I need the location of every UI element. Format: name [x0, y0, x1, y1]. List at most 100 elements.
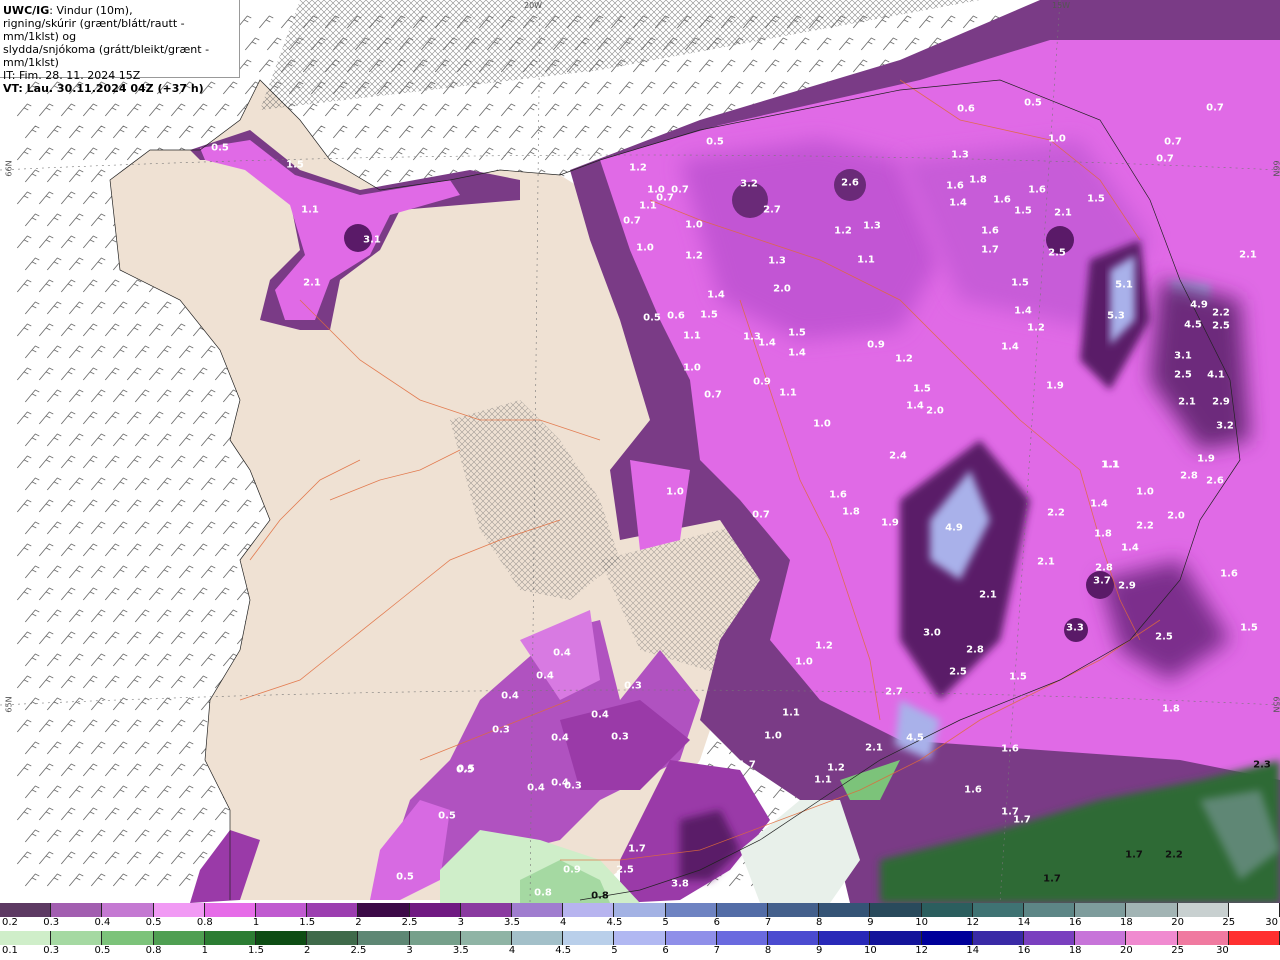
precip-value-label: 5.1 [1115, 279, 1133, 291]
legend-tick-label: 12 [966, 917, 980, 928]
precip-value-label: 0.7 [1156, 153, 1174, 165]
legend-tick-label: 18 [1120, 917, 1133, 928]
precip-value-label: 1.0 [685, 219, 703, 231]
precip-value-label: 1.1 [639, 200, 657, 212]
precip-value-label: 1.6 [993, 194, 1011, 206]
model-name: UWC/IG [3, 4, 50, 17]
precip-value-label: 1.9 [1197, 453, 1215, 465]
precip-value-label: 3.2 [1216, 420, 1234, 432]
legend-tick-label: 8 [764, 945, 772, 956]
legend-swatch [460, 903, 513, 917]
legend-tick-label: 6 [662, 945, 669, 956]
precip-value-label: 1.1 [814, 774, 832, 786]
legend-swatch [1177, 903, 1229, 917]
precip-value-label: 0.5 [1024, 97, 1042, 109]
legend-tick-label: 0.8 [196, 917, 213, 928]
precip-value-label: 2.7 [763, 204, 781, 216]
precip-value-label: 2.0 [926, 405, 944, 417]
precip-value-label: 0.9 [563, 864, 581, 876]
precip-value-label: 1.7 [738, 759, 756, 771]
legend-tick-label: 0.4 [94, 917, 111, 928]
legend-swatch [1024, 903, 1076, 917]
precip-value-label: 2.3 [1253, 759, 1271, 771]
precip-value-label: 4.5 [1184, 319, 1202, 331]
legend-tick-label: 2.5 [350, 945, 367, 956]
legend-swatch [102, 931, 154, 945]
precip-value-label: 1.4 [906, 400, 924, 412]
precip-value-label: 1.7 [628, 843, 646, 855]
legend-tick-label: 5 [611, 945, 618, 956]
precip-value-label: 1.4 [1001, 341, 1019, 353]
legend-swatch [1228, 931, 1280, 945]
legend-rain-colorbar [0, 931, 1280, 945]
precip-value-label: 2.1 [865, 742, 883, 754]
precip-value-label: 1.0 [683, 362, 701, 374]
legend-tick-label: 18 [1068, 945, 1082, 956]
precip-value-label: 2.0 [1167, 510, 1185, 522]
legend-tick-label: 3.5 [452, 945, 469, 956]
legend-tick-label: 1.5 [248, 945, 264, 956]
precip-value-label: 0.7 [656, 192, 674, 204]
precip-value-label: 1.0 [636, 242, 654, 254]
precip-value-label: 0.7 [1206, 102, 1224, 114]
precip-value-label: 1.6 [829, 489, 847, 501]
precip-value-label: 2.1 [1178, 396, 1196, 408]
legend-swatch [921, 903, 973, 917]
title-line3: slydda/snjókoma (grátt/bleikt/grænt - mm… [3, 43, 210, 69]
precip-value-label: 2.1 [1054, 207, 1072, 219]
precip-value-label: 1.7 [981, 244, 999, 256]
precip-value-label: 3.2 [740, 178, 758, 190]
legend-tick-label: 8 [816, 917, 823, 928]
legend-tick-label: 10 [915, 917, 928, 928]
precip-value-label: 1.1 [779, 387, 797, 399]
precip-value-label: 0.5 [643, 312, 661, 324]
precip-value-label: 4.5 [906, 732, 924, 744]
legend-swatch [409, 903, 461, 917]
precip-value-label: 2.1 [303, 277, 321, 289]
grid-label-66n-right: 66N [1271, 160, 1280, 177]
legend-tick-label: 1 [201, 945, 208, 956]
precip-value-label: 1.5 [788, 327, 806, 339]
precip-value-label: 2.9 [1212, 396, 1230, 408]
precip-value-label: 3.7 [1093, 575, 1111, 587]
precip-value-label: 1.7 [1125, 849, 1143, 861]
legend-tick-label: 1.5 [299, 917, 316, 928]
precip-value-label: 2.5 [1174, 369, 1192, 381]
legend-tick-label: 2 [355, 917, 362, 928]
legend-tick-label: 12 [915, 945, 928, 956]
legend-swatch [819, 903, 871, 917]
precip-value-label: 3.1 [363, 234, 381, 246]
precip-value-label: 1.4 [788, 347, 806, 359]
precip-value-label: 1.1 [857, 254, 875, 266]
initial-time: IT: Fim. 28. 11. 2024 15Z [3, 69, 141, 82]
precip-value-label: 1.3 [863, 220, 881, 232]
legend-swatch [51, 931, 103, 945]
precip-value-label: 1.6 [1220, 568, 1238, 580]
legend-tick-label: 30 [1216, 945, 1229, 956]
precip-value-label: 4.9 [945, 522, 963, 534]
precip-value-label: 1.0 [1048, 133, 1066, 145]
legend-swatch [307, 931, 359, 945]
legend-swatch [972, 903, 1025, 917]
precip-value-label: 3.8 [671, 878, 689, 890]
legend-tick-label: 4.5 [606, 917, 623, 928]
title-line1: : Vindur (10m), [49, 4, 133, 17]
legend-tick-label: 0.8 [145, 945, 162, 956]
legend-swatch [51, 903, 103, 917]
legend-tick-label: 25 [1222, 917, 1236, 928]
legend-tick-label: 30 [1265, 917, 1278, 928]
legend-swatch [204, 903, 257, 917]
grid-label-66n-left: 66N [4, 160, 14, 177]
legend-tick-label: 3 [457, 917, 464, 928]
precip-value-label: 1.5 [1240, 622, 1258, 634]
legend-swatch [1126, 931, 1178, 945]
precip-value-label: 1.4 [949, 197, 967, 209]
precip-value-label: 1.5 [1087, 193, 1105, 205]
precip-value-label: 0.6 [667, 310, 685, 322]
precip-value-label: 4.1 [1207, 369, 1225, 381]
precip-value-label: 1.5 [1014, 205, 1032, 217]
legend-swatch [972, 931, 1025, 945]
legend-tick-label: 25 [1171, 945, 1184, 956]
grid-label-65n-right: 65N [1271, 696, 1280, 713]
precip-value-label: 1.6 [964, 784, 982, 796]
